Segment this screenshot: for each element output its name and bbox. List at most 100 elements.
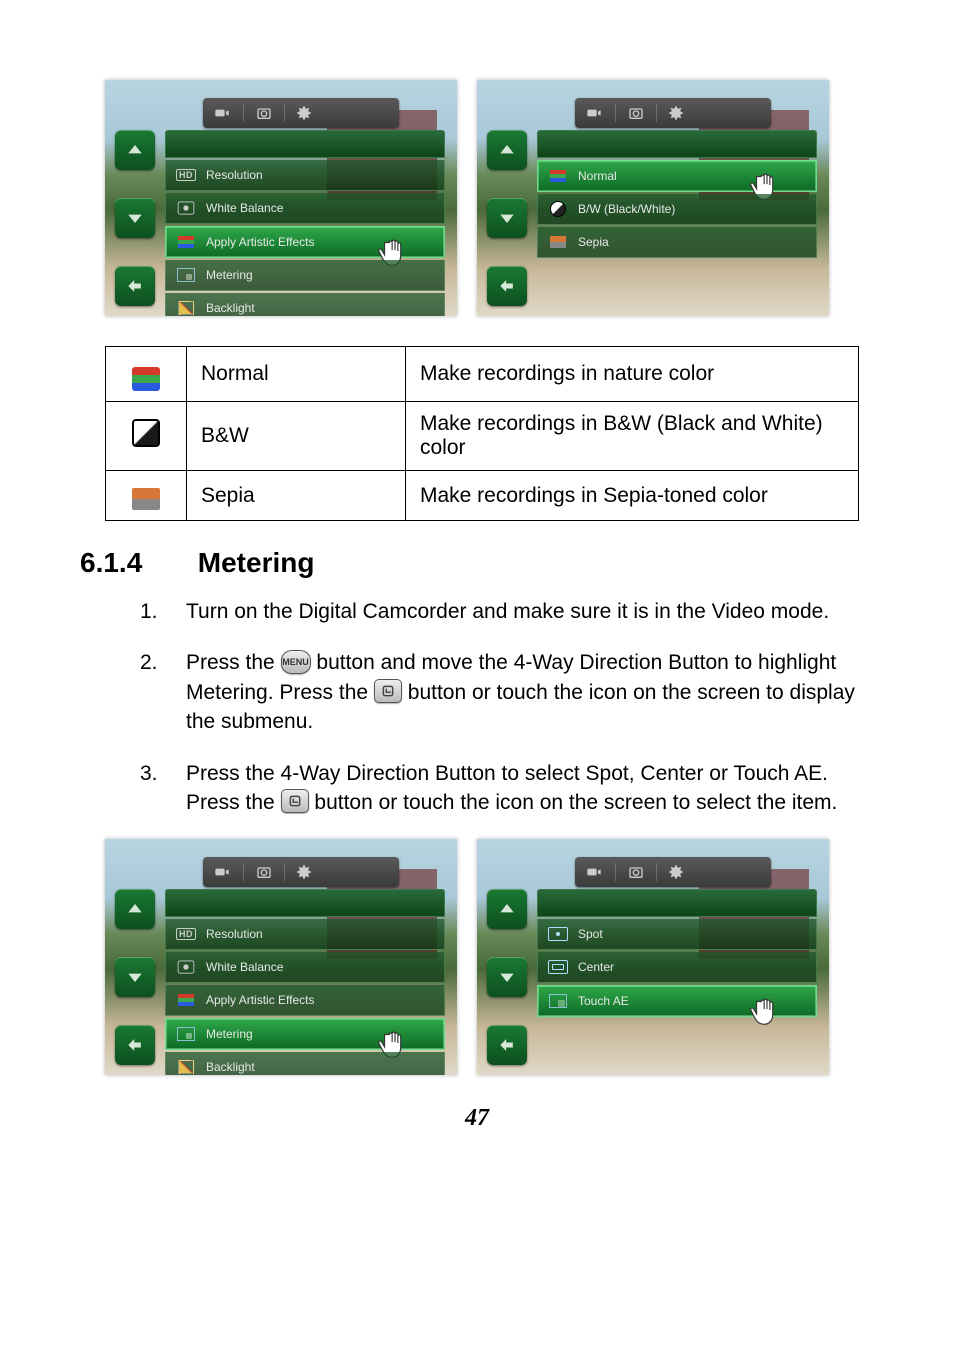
menu-item[interactable]: HD Resolution — [165, 919, 445, 950]
effects-icon — [176, 992, 196, 1008]
white-balance-icon — [176, 200, 196, 216]
option-icon-cell — [106, 347, 187, 402]
mode-tabs[interactable] — [203, 857, 399, 887]
menu-item[interactable]: Backlight — [165, 293, 445, 316]
divider — [615, 104, 616, 122]
back-button[interactable] — [487, 1025, 527, 1065]
menu-item-label: Apply Artistic Effects — [206, 235, 315, 249]
menu-item[interactable]: Metering — [165, 260, 445, 291]
settings-tab-icon[interactable] — [667, 863, 685, 881]
table-row: B&WMake recordings in B&W (Black and Whi… — [106, 402, 859, 471]
spot-icon — [548, 926, 568, 942]
menu-item[interactable]: B/W (Black/White) — [537, 194, 817, 225]
hd-icon: HD — [176, 167, 196, 183]
mode-tabs[interactable] — [575, 98, 771, 128]
menu-item[interactable]: Normal — [537, 160, 817, 192]
menu-item[interactable]: Sepia — [537, 227, 817, 258]
steps-list: 1. Turn on the Digital Camcorder and mak… — [80, 597, 874, 817]
menu-item[interactable]: Metering — [165, 1018, 445, 1050]
divider — [284, 863, 285, 881]
option-description: Make recordings in Sepia-toned color — [406, 471, 859, 521]
divider — [243, 863, 244, 881]
option-icon-cell — [106, 471, 187, 521]
menu-item-label: Resolution — [206, 927, 263, 941]
menu-item[interactable]: Backlight — [165, 1052, 445, 1075]
hand-pointer-icon — [748, 992, 786, 1030]
scroll-down-button[interactable] — [115, 198, 155, 238]
normal-swatch-icon — [548, 168, 568, 184]
sepia-swatch-icon — [132, 488, 160, 510]
menu-button-icon: MENU — [281, 650, 311, 674]
screenshot-top-right: NormalB/W (Black/White)Sepia — [477, 80, 829, 316]
menu-item-label: White Balance — [206, 960, 283, 974]
video-tab-icon[interactable] — [583, 105, 605, 121]
option-name: Normal — [187, 347, 406, 402]
screenshot-bottom-right: SpotCenterTouch AE — [477, 839, 829, 1075]
enter-button-icon — [281, 789, 309, 813]
metering-icon — [176, 267, 196, 283]
menu-list: NormalB/W (Black/White)Sepia — [537, 130, 817, 258]
section-title: Metering — [198, 547, 315, 578]
option-description: Make recordings in B&W (Black and White)… — [406, 402, 859, 471]
menu-item[interactable]: Touch AE — [537, 985, 817, 1017]
scroll-down-button[interactable] — [487, 198, 527, 238]
settings-tab-icon[interactable] — [295, 863, 313, 881]
scroll-up-button[interactable] — [115, 130, 155, 170]
back-button[interactable] — [115, 1025, 155, 1065]
option-name: Sepia — [187, 471, 406, 521]
photo-tab-icon[interactable] — [254, 105, 274, 121]
menu-item[interactable]: White Balance — [165, 952, 445, 983]
menu-list: HDResolution White Balance Apply Artistic … — [165, 130, 445, 316]
photo-tab-icon[interactable] — [626, 105, 646, 121]
scroll-up-button[interactable] — [487, 889, 527, 929]
screenshot-row-bottom: HD Resolution White Balance Apply Artistic … — [105, 839, 874, 1075]
scroll-down-button[interactable] — [115, 957, 155, 997]
menu-item-label: Backlight — [206, 1060, 255, 1074]
menu-item[interactable]: Center — [537, 952, 817, 983]
menu-item[interactable]: Apply Artistic Effects — [165, 985, 445, 1016]
video-tab-icon[interactable] — [583, 864, 605, 880]
step-number: 3. — [140, 759, 186, 818]
menu-item[interactable]: White Balance — [165, 193, 445, 224]
settings-tab-icon[interactable] — [667, 104, 685, 122]
nav-sidebar — [487, 889, 533, 1065]
sepia-swatch-icon — [548, 234, 568, 250]
effects-table-body: NormalMake recordings in nature colorB&W… — [106, 347, 859, 521]
menu-item-label: White Balance — [206, 201, 283, 215]
center-icon — [548, 959, 568, 975]
menu-item[interactable]: Apply Artistic Effects — [165, 226, 445, 258]
settings-tab-icon[interactable] — [295, 104, 313, 122]
step-number: 1. — [140, 597, 186, 626]
hd-icon: HD — [176, 926, 196, 942]
back-button[interactable] — [487, 266, 527, 306]
photo-tab-icon[interactable] — [254, 864, 274, 880]
divider — [243, 104, 244, 122]
photo-tab-icon[interactable] — [626, 864, 646, 880]
menu-item[interactable]: Spot — [537, 919, 817, 950]
metering-icon — [176, 1026, 196, 1042]
menu-item-label: Metering — [206, 1027, 253, 1041]
step-number: 2. — [140, 648, 186, 736]
bw-swatch-icon — [548, 201, 568, 217]
section-number: 6.1.4 — [80, 547, 190, 579]
touch-ae-icon — [548, 993, 568, 1009]
step-text: Press the MENU button and move the 4-Way… — [186, 648, 874, 736]
divider — [615, 863, 616, 881]
mode-tabs[interactable] — [203, 98, 399, 128]
scroll-up-button[interactable] — [115, 889, 155, 929]
video-tab-icon[interactable] — [211, 864, 233, 880]
screenshot-row-top: HDResolution White Balance Apply Artistic … — [105, 80, 874, 316]
effects-icon — [176, 234, 196, 250]
menu-list: HD Resolution White Balance Apply Artistic … — [165, 889, 445, 1075]
backlight-icon — [176, 300, 196, 316]
video-tab-icon[interactable] — [211, 105, 233, 121]
mode-tabs[interactable] — [575, 857, 771, 887]
page-number: 47 — [80, 1105, 874, 1132]
divider — [656, 863, 657, 881]
screenshot-top-left: HDResolution White Balance Apply Artistic … — [105, 80, 457, 316]
menu-item[interactable]: HDResolution — [165, 160, 445, 191]
scroll-down-button[interactable] — [487, 957, 527, 997]
table-row: NormalMake recordings in nature color — [106, 347, 859, 402]
back-button[interactable] — [115, 266, 155, 306]
scroll-up-button[interactable] — [487, 130, 527, 170]
